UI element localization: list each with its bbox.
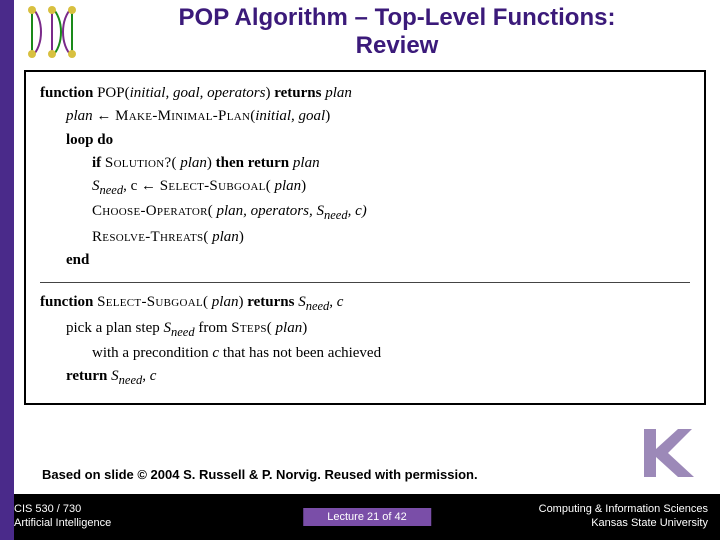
title-line-2: Review: [84, 32, 710, 60]
course-code: CIS 530 / 730: [14, 503, 111, 517]
algo-line: plan ← Make-Minimal-Plan(initial, goal): [40, 105, 690, 128]
algo-line: return Sneed, c: [40, 365, 690, 390]
course-name: Artificial Intelligence: [14, 517, 111, 531]
algo-line: function POP(initial, goal, operators) r…: [40, 82, 690, 105]
slide-header: POP Algorithm – Top-Level Functions: Rev…: [14, 0, 720, 62]
algo-line: end: [40, 249, 690, 272]
department: Computing & Information Sciences: [539, 503, 708, 517]
algo-line: pick a plan step Sneed from Steps( plan): [40, 317, 690, 342]
title-line-1: POP Algorithm – Top-Level Functions:: [84, 4, 710, 32]
algo-line: function Select-Subgoal( plan) returns S…: [40, 291, 690, 316]
footer-left: CIS 530 / 730 Artificial Intelligence: [14, 503, 111, 531]
lecture-badge: Lecture 21 of 42: [303, 508, 431, 526]
slide-footer: CIS 530 / 730 Artificial Intelligence Le…: [14, 494, 720, 540]
algo-line: Sneed, c ← Select-Subgoal( plan): [40, 175, 690, 200]
algo-line: if Solution?( plan) then return plan: [40, 152, 690, 175]
algo-line: with a precondition c that has not been …: [40, 342, 690, 365]
algorithm-box: function POP(initial, goal, operators) r…: [24, 70, 706, 405]
algo-line: loop do: [40, 129, 690, 152]
slide: POP Algorithm – Top-Level Functions: Rev…: [0, 0, 720, 540]
divider: [40, 282, 690, 283]
logo-icon: [20, 4, 84, 60]
credit-line: Based on slide © 2004 S. Russell & P. No…: [42, 467, 478, 482]
algo-line: Resolve-Threats( plan): [40, 226, 690, 249]
footer-right: Computing & Information Sciences Kansas …: [539, 503, 708, 531]
watermark-icon: [638, 423, 708, 488]
university: Kansas State University: [539, 517, 708, 531]
algo-line: Choose-Operator( plan, operators, Sneed,…: [40, 200, 690, 225]
slide-title: POP Algorithm – Top-Level Functions: Rev…: [84, 4, 710, 59]
